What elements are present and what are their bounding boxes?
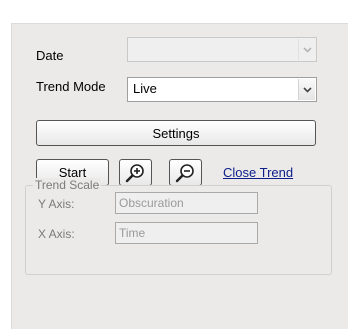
x-axis-label: X Axis: [38, 227, 75, 241]
trend-mode-value: Live [133, 81, 157, 96]
close-trend-link[interactable]: Close Trend [223, 165, 293, 180]
trend-scale-title: Trend Scale [33, 178, 102, 192]
zoom-out-icon [175, 163, 194, 182]
date-dropdown[interactable] [127, 37, 317, 62]
date-label: Date [36, 48, 64, 63]
zoom-out-button[interactable] [169, 159, 202, 186]
zoom-in-icon [125, 163, 144, 182]
trend-scale-group: Trend Scale Y Axis: Obscuration X Axis: … [25, 178, 332, 275]
trend-panel: Date Trend Mode Live Settings Start Clos… [11, 23, 348, 329]
chevron-down-icon[interactable] [298, 79, 315, 100]
chevron-down-icon [298, 39, 315, 60]
trend-mode-dropdown[interactable]: Live [127, 77, 317, 102]
y-axis-label: Y Axis: [38, 197, 75, 211]
y-axis-field[interactable]: Obscuration [115, 192, 258, 214]
settings-button[interactable]: Settings [36, 120, 316, 146]
trend-mode-label: Trend Mode [36, 79, 106, 94]
x-axis-field[interactable]: Time [115, 222, 258, 244]
zoom-in-button[interactable] [119, 159, 152, 186]
